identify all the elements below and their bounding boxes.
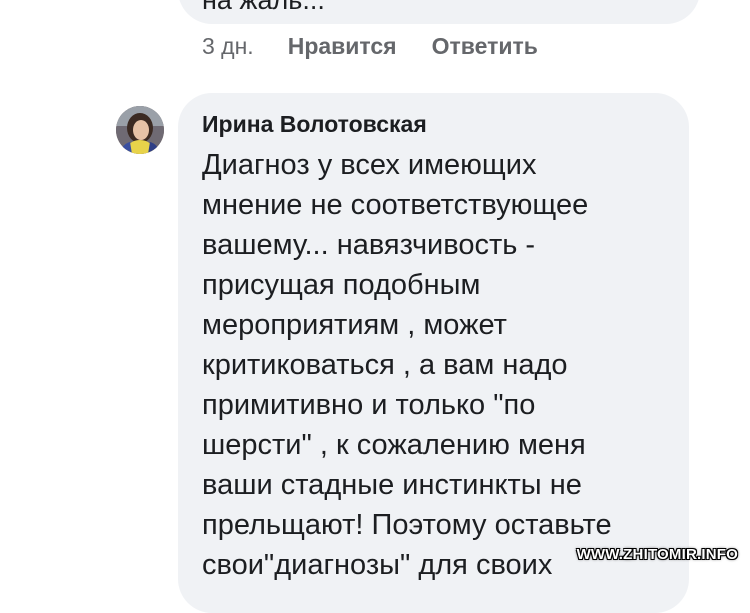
comment-line: Диагноз у всех имеющих [202,149,537,181]
comment-line: вашему... навязчивость - [202,229,536,261]
avatar[interactable] [116,106,164,154]
comment-line: присущая подобным [202,269,481,301]
comment-line: шерсти" , к сожалению меня [202,429,586,461]
comment-timestamp[interactable]: 3 дн. [202,33,254,60]
comment-line: примитивно и только "по [202,389,536,421]
comment-author-name[interactable]: Ирина Волотовская [202,111,427,138]
comment-line: критиковаться , а вам надо [202,349,568,381]
avatar-photo [116,106,164,154]
site-watermark: WWW.ZHITOMIR.INFO [576,546,738,563]
previous-comment-actions: 3 дн. Нравится Ответить [202,30,573,62]
comment-line: ваши стадные инстинкты не [202,469,582,501]
comment-line: прельщают! Поэтому оставьте [202,509,612,541]
like-button[interactable]: Нравится [288,33,397,60]
comment-line: мнение не соответствующее [202,189,589,221]
reply-button[interactable]: Ответить [432,33,538,60]
comment-line: мероприятиям , может [202,309,507,341]
previous-comment-text: на жаль... [202,0,325,15]
comment-text: Диагноз у всех имеющих мнение не соответ… [202,145,680,585]
